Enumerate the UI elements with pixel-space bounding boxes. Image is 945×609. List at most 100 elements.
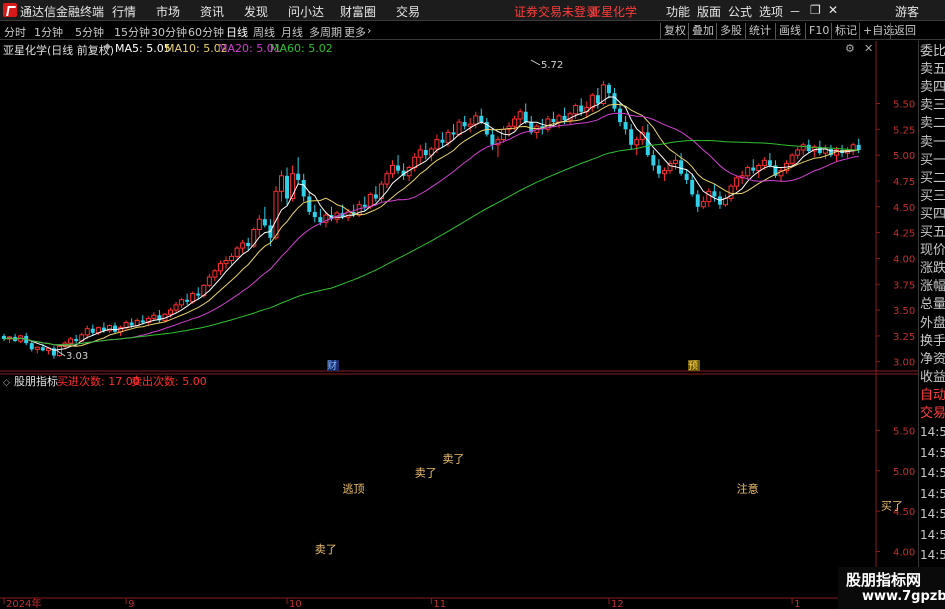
- period-5min[interactable]: 5分钟: [75, 24, 104, 40]
- forecast-event-marker[interactable]: 预: [688, 360, 698, 372]
- side-panel-item[interactable]: 买二: [920, 171, 945, 187]
- period-fenshi[interactable]: 分时: [4, 24, 26, 40]
- menu-hangqing[interactable]: 行情: [112, 3, 136, 20]
- period-1min[interactable]: 1分钟: [34, 24, 63, 40]
- indicator-signal-label: 买了: [881, 500, 903, 513]
- menu-wenxiaoda[interactable]: 问小达: [288, 3, 324, 20]
- menu-banmian[interactable]: 版面: [697, 3, 721, 20]
- period-monthly[interactable]: 月线: [281, 24, 303, 40]
- indicator-signal-label: 卖了: [442, 453, 464, 466]
- side-panel-item[interactable]: 买四: [920, 207, 945, 223]
- candle-body-down: [113, 325, 117, 332]
- price-tick-label: 4.25: [893, 229, 915, 240]
- btn-duogu[interactable]: 多股: [716, 23, 745, 39]
- side-panel-item[interactable]: 卖四: [920, 80, 945, 96]
- restore-icon[interactable]: ❐: [810, 3, 821, 17]
- watermark-url: www.7gpzb.com: [862, 589, 945, 604]
- menu-gongshi[interactable]: 公式: [728, 3, 752, 20]
- side-panel-item[interactable]: 买三: [920, 189, 945, 205]
- candle-body-up: [190, 293, 196, 303]
- btn-huaxian[interactable]: 画线: [775, 23, 804, 39]
- candle-body-down: [262, 219, 267, 226]
- candle-body-up: [212, 270, 218, 278]
- period-multi[interactable]: 多周期: [309, 24, 342, 40]
- side-panel-item[interactable]: 委比: [920, 44, 945, 60]
- chart-settings-icon[interactable]: ⚙: [845, 42, 855, 55]
- btn-tongji[interactable]: 统计: [745, 23, 774, 39]
- side-panel-item[interactable]: 总量: [920, 297, 945, 313]
- time-tick-label: 2024年: [6, 597, 41, 609]
- current-stock-name: 亚星化学: [589, 5, 638, 19]
- candle-body-up: [556, 115, 562, 123]
- candle-body-up: [34, 346, 40, 350]
- candle-body-down: [695, 194, 700, 207]
- menu-xuanxiang[interactable]: 选项: [759, 3, 783, 20]
- high-price-marker: 5.72: [541, 60, 563, 71]
- side-panel-item[interactable]: 现价: [920, 243, 945, 259]
- candle-body-down: [362, 204, 367, 207]
- candle-body-down: [684, 173, 689, 180]
- btn-fuquan[interactable]: 复权: [660, 23, 689, 39]
- candle-body-up: [761, 159, 767, 166]
- chart-close-icon[interactable]: ✕: [864, 42, 873, 55]
- side-panel-item[interactable]: 自动: [920, 388, 945, 404]
- candle-body-down: [612, 93, 617, 109]
- side-panel-item[interactable]: 卖一: [920, 135, 945, 151]
- candle-body-up: [573, 105, 579, 115]
- finance-event-marker[interactable]: 财: [327, 359, 337, 372]
- tick-time: 14:56: [920, 425, 945, 439]
- candle-body-down: [440, 139, 445, 143]
- side-panel-item[interactable]: 外盘: [920, 316, 945, 332]
- indicator-signals: 卖了逃顶卖了卖了注意买了: [315, 453, 903, 556]
- menu-zixun[interactable]: 资讯: [200, 3, 224, 20]
- period-weekly[interactable]: 周线: [253, 24, 275, 40]
- indicator-name[interactable]: 股朋指标: [14, 374, 58, 388]
- period-more[interactable]: 更多: [344, 24, 366, 40]
- btn-back[interactable]: 返回: [890, 23, 919, 39]
- btn-biaoji[interactable]: 标记: [831, 23, 860, 39]
- more-chevron-icon[interactable]: ›: [367, 24, 371, 37]
- price-tick-label: 4.75: [893, 177, 915, 188]
- kline-chart-canvas[interactable]: 5.50 5.25 5.00 4.75 4.50 4.25 4.00 3.75 3.50 3.25…: [0, 0, 945, 609]
- candle-body-up: [473, 115, 479, 125]
- minimize-icon[interactable]: －: [789, 3, 801, 20]
- candle-body-down: [246, 242, 251, 247]
- guest-account[interactable]: 游客: [895, 3, 919, 20]
- menu-caifuquan[interactable]: 财富圈: [340, 3, 376, 20]
- side-panel-item[interactable]: 换手: [920, 334, 945, 350]
- side-panel-item[interactable]: 涨跌: [920, 261, 945, 277]
- indicator-collapse-icon[interactable]: ◇: [3, 378, 10, 388]
- side-panel-item[interactable]: 卖二: [920, 116, 945, 132]
- menu-faxian[interactable]: 发现: [244, 3, 268, 20]
- side-panel-item[interactable]: 买五: [920, 225, 945, 241]
- candle-body-down: [656, 165, 661, 174]
- indicator-signal-label: 卖了: [315, 543, 337, 556]
- period-30min[interactable]: 30分钟: [151, 24, 187, 40]
- candle-body-up: [279, 175, 284, 192]
- btn-diejia[interactable]: 叠加: [688, 23, 717, 39]
- menu-jiaoyi[interactable]: 交易: [396, 3, 420, 20]
- btn-f10[interactable]: F10: [805, 23, 832, 39]
- menu-gongneng[interactable]: 功能: [666, 3, 690, 20]
- side-panel-item[interactable]: 卖五: [920, 62, 945, 78]
- close-icon[interactable]: ✕: [828, 3, 838, 17]
- period-toolbar: 分时 1分钟 5分钟 15分钟 30分钟 60分钟 日线 周线 月线 多周期 更…: [0, 22, 945, 40]
- trade-login-notice[interactable]: 证券交易未登录: [514, 3, 598, 20]
- ma-line-ma60: [3, 139, 859, 346]
- candle-body-down: [645, 132, 650, 156]
- side-panel-item[interactable]: 买一: [920, 153, 945, 169]
- candle-body-down: [451, 132, 456, 135]
- side-panel-item[interactable]: 净资: [920, 352, 945, 368]
- side-panel-item[interactable]: 卖三: [920, 98, 945, 114]
- ma-toggle-icon[interactable]: ◆: [104, 42, 111, 52]
- side-panel-item[interactable]: 涨幅: [920, 279, 945, 295]
- candle-body-down: [595, 95, 600, 104]
- candle-body-up: [240, 242, 246, 249]
- menu-shichang[interactable]: 市场: [156, 3, 180, 20]
- period-60min[interactable]: 60分钟: [188, 24, 224, 40]
- period-15min[interactable]: 15分钟: [114, 24, 150, 40]
- side-panel-item[interactable]: 收益: [920, 370, 945, 386]
- period-daily[interactable]: 日线: [226, 24, 248, 40]
- side-panel-item[interactable]: 交易: [920, 406, 945, 422]
- time-tick-label: 10: [289, 599, 302, 609]
